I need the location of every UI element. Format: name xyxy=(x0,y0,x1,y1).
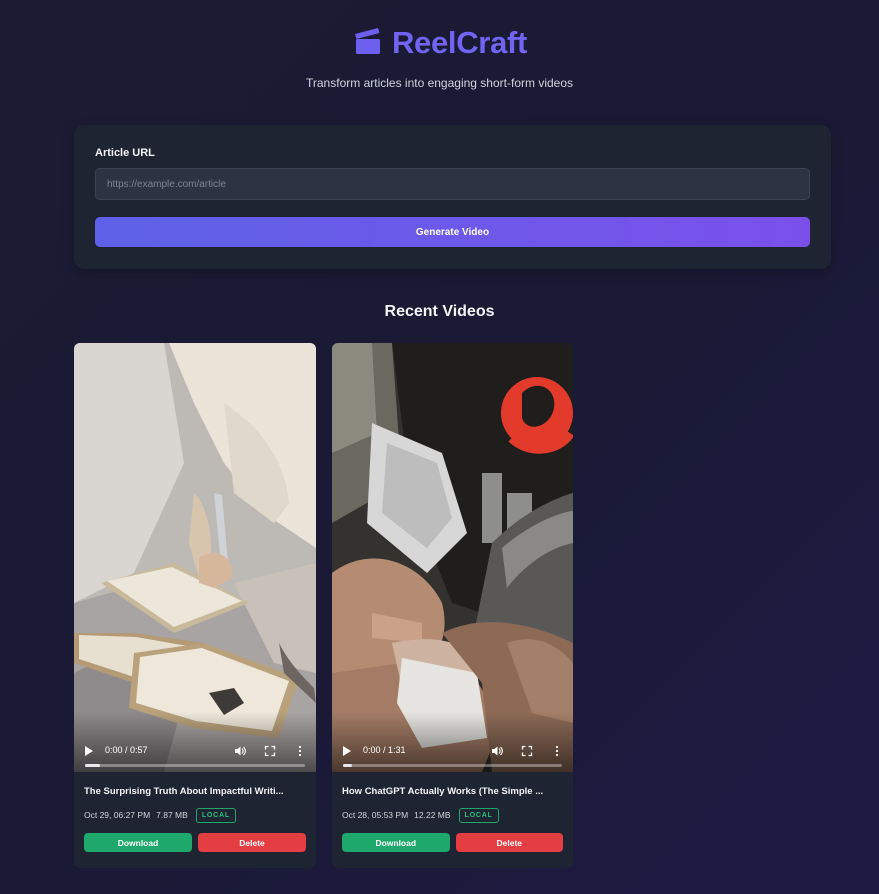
video-size: 12.22 MB xyxy=(414,810,451,820)
brand: ReelCraft xyxy=(0,24,879,62)
video-title: The Surprising Truth About Impactful Wri… xyxy=(84,786,284,797)
app-header: ReelCraft Transform articles into engagi… xyxy=(0,24,879,90)
tagline: Transform articles into engaging short-f… xyxy=(306,76,573,90)
clapperboard-icon xyxy=(352,25,384,62)
volume-icon[interactable] xyxy=(234,744,246,756)
video-player[interactable]: 0:00 / 0:57 xyxy=(74,343,316,772)
fullscreen-icon[interactable] xyxy=(521,744,533,757)
article-url-input[interactable] xyxy=(95,168,810,200)
video-progress-fill xyxy=(85,764,101,767)
video-info: How ChatGPT Actually Works (The Simple .… xyxy=(332,772,573,852)
more-options-icon[interactable] xyxy=(294,744,306,757)
fullscreen-icon[interactable] xyxy=(264,744,276,757)
storage-badge: LOCAL xyxy=(458,807,499,823)
article-url-label: Article URL xyxy=(95,147,155,159)
video-card: 0:00 / 0:57 The Surprising Truth About I… xyxy=(74,343,316,868)
download-button[interactable]: Download xyxy=(342,833,450,852)
play-icon[interactable] xyxy=(84,744,94,756)
video-info: The Surprising Truth About Impactful Wri… xyxy=(74,772,316,852)
video-controls: 0:00 / 0:57 xyxy=(74,712,316,772)
video-meta: Oct 29, 06:27 PM 7.87 MB LOCAL xyxy=(84,806,306,824)
video-progress-bar[interactable] xyxy=(85,764,305,767)
video-actions: Download Delete xyxy=(84,833,306,852)
video-size: 7.87 MB xyxy=(156,810,188,820)
video-progress-bar[interactable] xyxy=(343,764,562,767)
storage-badge: LOCAL xyxy=(195,807,236,823)
video-actions: Download Delete xyxy=(342,833,563,852)
video-controls: 0:00 / 1:31 xyxy=(332,712,573,772)
more-options-icon[interactable] xyxy=(551,744,563,757)
generate-form: Article URL Generate Video xyxy=(74,125,831,269)
video-player[interactable]: 0:00 / 1:31 xyxy=(332,343,573,772)
recent-videos-title: Recent Videos xyxy=(384,303,495,320)
delete-button[interactable]: Delete xyxy=(198,833,306,852)
video-title: How ChatGPT Actually Works (The Simple .… xyxy=(342,786,544,797)
video-thumbnail xyxy=(74,343,316,772)
video-meta: Oct 28, 05:53 PM 12.22 MB LOCAL xyxy=(342,806,563,824)
video-thumbnail xyxy=(332,343,573,772)
generate-video-button[interactable]: Generate Video xyxy=(95,217,810,247)
video-date: Oct 29, 06:27 PM xyxy=(84,810,151,820)
volume-icon[interactable] xyxy=(491,744,503,756)
delete-button[interactable]: Delete xyxy=(455,833,563,852)
play-icon[interactable] xyxy=(342,744,352,756)
brand-name: ReelCraft xyxy=(391,25,528,60)
video-time: 0:00 / 1:31 xyxy=(363,745,406,755)
video-time: 0:00 / 0:57 xyxy=(105,745,148,755)
video-card: 0:00 / 1:31 How ChatGPT Actually Works (… xyxy=(332,343,573,868)
video-progress-fill xyxy=(343,764,352,767)
download-button[interactable]: Download xyxy=(84,833,192,852)
video-date: Oct 28, 05:53 PM xyxy=(342,810,409,820)
